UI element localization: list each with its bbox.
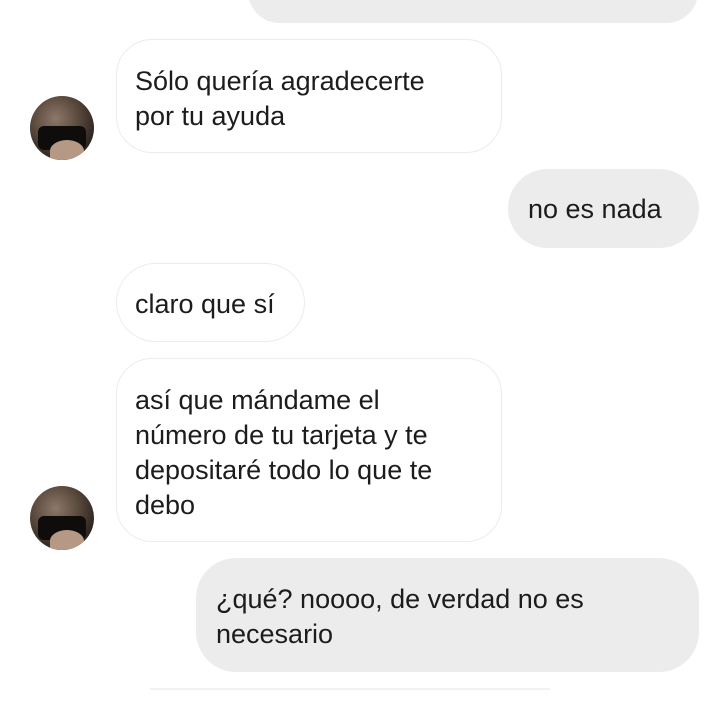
message-incoming-thanks[interactable]: Sólo quería agradecerte por tu ayuda (116, 39, 502, 153)
message-incoming-claro[interactable]: claro que sí (116, 263, 305, 342)
message-outgoing-cutoff[interactable] (248, 0, 698, 23)
message-outgoing-reply[interactable]: ¿qué? noooo, de verdad no es necesario (196, 558, 699, 672)
contact-avatar[interactable] (30, 486, 94, 550)
message-incoming-card-request[interactable]: así que mándame el número de tu tarjeta … (116, 358, 502, 542)
message-outgoing-no-es-nada[interactable]: no es nada (508, 169, 699, 248)
chat-thread: Sólo quería agradecerte por tu ayuda no … (0, 0, 720, 701)
contact-avatar[interactable] (30, 96, 94, 160)
divider (150, 688, 550, 690)
